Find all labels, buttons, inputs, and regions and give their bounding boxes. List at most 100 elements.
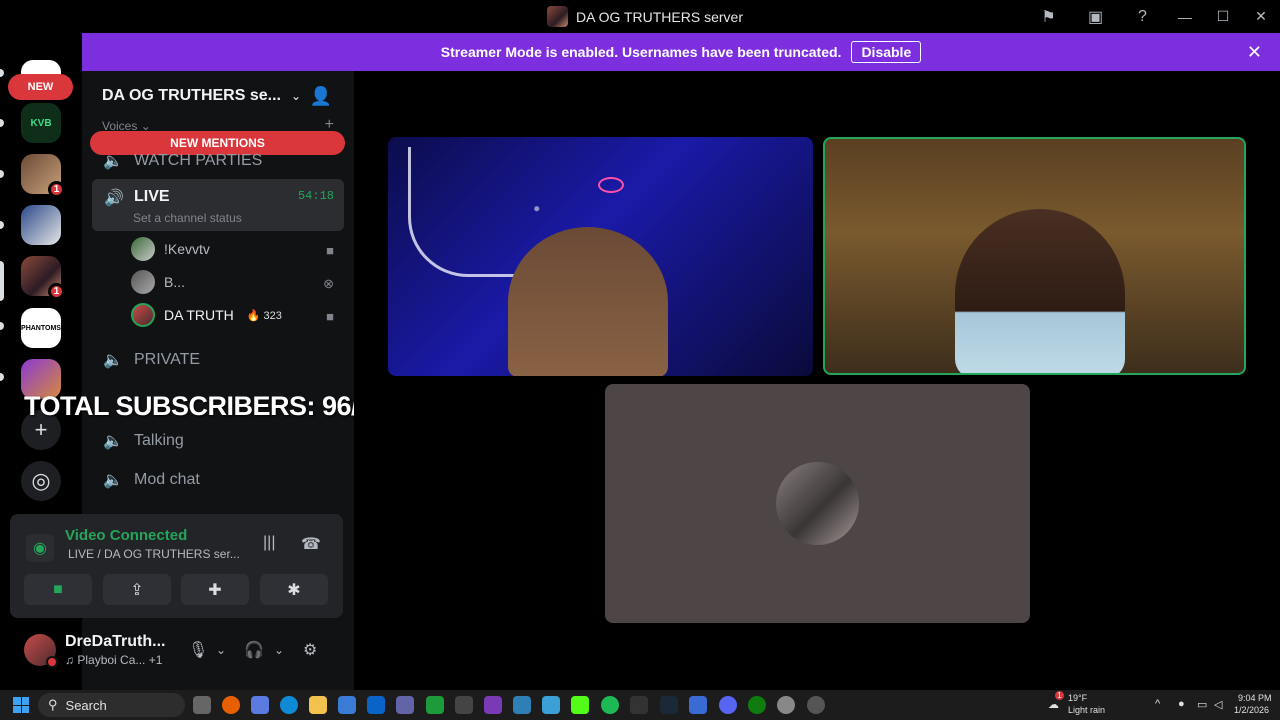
soundboard-button[interactable]: ✱ <box>260 574 328 605</box>
server-icon-3[interactable]: 1 <box>21 154 65 198</box>
speaker-icon: 🔈 <box>103 433 123 450</box>
spotify-icon[interactable] <box>601 696 619 714</box>
volume-icon[interactable]: ◁ <box>1214 698 1222 711</box>
task-view-icon[interactable] <box>193 696 211 714</box>
disable-streamer-mode-button[interactable]: Disable <box>851 41 922 63</box>
outlook-icon[interactable] <box>367 696 385 714</box>
channel-mod-chat[interactable]: 🔈 Mod chat <box>102 470 200 490</box>
disconnect-icon[interactable]: ☎ <box>301 534 321 554</box>
channel-live[interactable]: 🔊 LIVE 54:18 Set a channel status <box>92 179 344 231</box>
selected-server-indicator <box>0 261 4 301</box>
close-icon[interactable]: ✕ <box>1247 42 1262 63</box>
streamer-mode-banner: Streamer Mode is enabled. Usernames have… <box>82 33 1280 71</box>
unread-pip <box>0 322 4 330</box>
weather-temp[interactable]: 19°F <box>1068 693 1087 703</box>
camera-icon: ■ <box>326 309 334 324</box>
maximize-button[interactable]: ☐ <box>1204 0 1242 33</box>
channel-label: PRIVATE <box>134 351 201 368</box>
weather-badge: 1 <box>1055 691 1064 700</box>
xbox-icon: ⊗ <box>323 276 334 291</box>
epic-games-icon[interactable] <box>630 696 648 714</box>
inbox-icon[interactable]: ▣ <box>1072 0 1119 33</box>
neon-sign <box>598 177 624 193</box>
help-icon[interactable]: ? <box>1119 0 1166 33</box>
chevron-down-icon[interactable]: ⌄ <box>274 643 284 657</box>
signal-icon[interactable]: ◉ <box>26 534 54 562</box>
server-thumbnail-icon <box>547 6 568 27</box>
search-label: Search <box>65 697 107 713</box>
set-channel-status[interactable]: Set a channel status <box>133 211 242 225</box>
speaker-icon: 🔈 <box>103 352 123 369</box>
server-icon-4[interactable] <box>21 205 61 245</box>
photos-icon[interactable] <box>542 696 560 714</box>
clock-date[interactable]: 1/2/2026 <box>1234 705 1269 715</box>
server-icon-da-og-truthers[interactable]: 1 <box>21 256 65 300</box>
voice-member[interactable]: !Kevvtv <box>131 237 210 261</box>
voice-status-subtitle[interactable]: LIVE / DA OG TRUTHERS ser... <box>68 547 240 561</box>
teams-icon[interactable] <box>396 696 414 714</box>
channel-talking[interactable]: 🔈 Talking <box>102 431 184 451</box>
microphone-icon[interactable]: 🎙 <box>188 640 208 660</box>
discord-icon[interactable] <box>719 696 737 714</box>
copilot-icon[interactable] <box>251 696 269 714</box>
chevron-down-icon[interactable]: ⌄ <box>216 643 226 657</box>
settings-icon[interactable] <box>777 696 795 714</box>
window-title-group: DA OG TRUTHERS server <box>547 6 743 27</box>
file-explorer-icon[interactable] <box>309 696 327 714</box>
kick-icon[interactable] <box>571 696 589 714</box>
taskbar-search[interactable]: ⚲ Search <box>38 693 185 717</box>
user-activity-extra: +1 <box>148 653 163 667</box>
video-tile-speaking[interactable] <box>823 137 1246 375</box>
app-icon[interactable] <box>426 696 444 714</box>
unread-pip <box>0 221 4 229</box>
unread-pip <box>0 373 4 381</box>
banner-text: Streamer Mode is enabled. Usernames have… <box>440 44 842 60</box>
new-unreads-pill[interactable]: NEW <box>8 74 73 100</box>
steam-icon[interactable] <box>660 696 678 714</box>
server-icon-kvb[interactable]: KVB <box>21 103 61 143</box>
noise-suppression-icon[interactable]: ||| <box>263 534 275 552</box>
invite-people-icon[interactable]: 👤 <box>310 86 332 107</box>
weather-desc[interactable]: Light rain <box>1068 705 1105 715</box>
store-icon[interactable] <box>338 696 356 714</box>
voice-status-title[interactable]: Video Connected <box>65 527 187 544</box>
window-title: DA OG TRUTHERS server <box>576 8 743 25</box>
network-icon[interactable]: ▭ <box>1197 698 1207 711</box>
unread-pip <box>0 69 4 77</box>
screen-share-button[interactable]: ⇪ <box>103 574 171 605</box>
firefox-icon[interactable] <box>222 696 240 714</box>
video-tile[interactable] <box>388 137 813 376</box>
tray-app-icon[interactable]: ● <box>1178 698 1185 710</box>
user-activity: Playboi Ca... <box>77 653 146 667</box>
flag-icon[interactable]: ⚑ <box>1025 0 1072 33</box>
activities-button[interactable]: ✚ <box>181 574 249 605</box>
app-icon[interactable] <box>807 696 825 714</box>
search-icon: ⚲ <box>48 697 58 712</box>
server-icon-phantoms[interactable]: PHANTOMS <box>21 308 61 348</box>
video-person <box>955 209 1125 373</box>
channel-watch-parties[interactable]: 🔈 WATCH PARTIES <box>102 151 262 171</box>
headphones-icon[interactable]: 🎧 <box>244 640 264 660</box>
edge-icon[interactable] <box>280 696 298 714</box>
username[interactable]: DreDaTruth... <box>65 633 165 651</box>
voice-member[interactable]: DA TRUTH 🔥 323 <box>131 303 282 327</box>
close-window-button[interactable]: ✕ <box>1242 0 1280 33</box>
chevron-down-icon: ⌄ <box>290 89 302 103</box>
minimize-button[interactable]: — <box>1166 0 1204 33</box>
channel-private[interactable]: 🔈 PRIVATE <box>102 350 200 370</box>
avatar <box>131 303 155 327</box>
chevron-up-icon[interactable]: ^ <box>1155 698 1160 710</box>
xbox-icon[interactable] <box>748 696 766 714</box>
app-icon[interactable] <box>689 696 707 714</box>
audio-tile[interactable] <box>605 384 1030 623</box>
avatar <box>776 462 859 545</box>
windows-start-icon[interactable] <box>13 697 29 713</box>
app-icon[interactable] <box>513 696 531 714</box>
clock-time[interactable]: 9:04 PM <box>1238 693 1272 703</box>
app-icon[interactable] <box>455 696 473 714</box>
voice-member[interactable]: B... <box>131 270 185 294</box>
gear-icon[interactable]: ⚙ <box>303 640 317 660</box>
app-icon[interactable] <box>484 696 502 714</box>
discover-compass-icon[interactable]: ◎ <box>21 461 61 501</box>
camera-button[interactable]: ■ <box>24 574 92 605</box>
